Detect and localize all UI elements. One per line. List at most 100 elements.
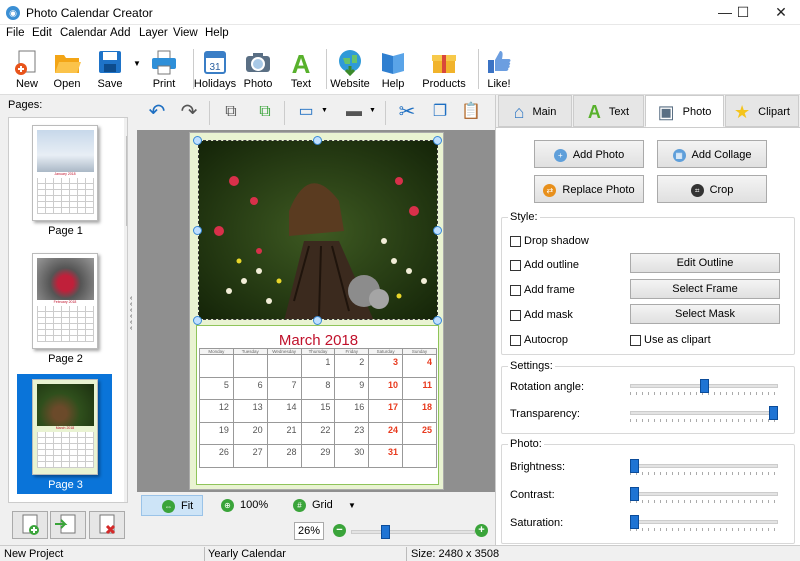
edit-outline-button[interactable]: Edit Outline: [630, 253, 780, 273]
drop-shadow-checkbox[interactable]: Drop shadow: [510, 234, 589, 248]
garden-photo[interactable]: [198, 140, 438, 320]
saturation-slider[interactable]: [630, 515, 778, 531]
crop-button[interactable]: ⌗ Crop: [657, 175, 767, 203]
close-button[interactable]: ✕: [764, 0, 798, 25]
pages-scrollbar[interactable]: ▲ ▼: [124, 118, 127, 502]
canvas-area[interactable]: March 2018 Monday Tuesday Wednesday Thursda…: [137, 130, 495, 492]
save-button[interactable]: Save: [83, 46, 137, 92]
page-thumbnail[interactable]: January 2018 Page 1: [17, 120, 112, 240]
add-outline-checkbox[interactable]: Add outline: [510, 258, 579, 272]
resize-handle[interactable]: [193, 136, 202, 145]
redo-icon[interactable]: ↷: [175, 98, 203, 126]
add-photo-icon: +: [553, 148, 567, 162]
zoom-percent-field[interactable]: 26%: [294, 522, 324, 540]
resize-handle[interactable]: [433, 136, 442, 145]
calendar-day-cell: 13: [232, 399, 268, 423]
grid-dropdown-arrow-icon[interactable]: ▼: [348, 501, 356, 510]
undo-icon[interactable]: ↶: [143, 98, 171, 126]
autocrop-checkbox[interactable]: Autocrop: [510, 333, 568, 347]
help-button[interactable]: Help: [366, 46, 420, 92]
zoom-slider-knob[interactable]: [380, 525, 390, 539]
tab-clipart[interactable]: ★ Clipart: [725, 95, 799, 127]
delete-page-button[interactable]: [89, 511, 125, 539]
calendar-day-cell: 15: [300, 399, 336, 423]
menu-layer[interactable]: Layer: [139, 27, 168, 39]
select-mask-button[interactable]: Select Mask: [630, 304, 780, 324]
resize-handle[interactable]: [193, 226, 202, 235]
align-dropdown-arrow-icon[interactable]: ▼: [321, 107, 328, 114]
slider-knob[interactable]: [630, 459, 639, 473]
calendar-week-row: 1234: [199, 354, 437, 378]
print-button[interactable]: Print: [137, 46, 191, 92]
send-backward-icon[interactable]: ⧉: [251, 98, 279, 126]
rotation-angle-slider[interactable]: [630, 379, 778, 395]
resize-handle[interactable]: [193, 316, 202, 325]
brightness-label: Brightness:: [510, 461, 566, 473]
zoom-bar: ⇔ Fit ⊕ 100% # Grid ▼ 26% − +: [137, 492, 495, 545]
slider-knob[interactable]: [630, 487, 639, 501]
like-button[interactable]: Like!: [472, 46, 526, 92]
properties-panel: ⌂ Main A Text ▣ Photo ★ Clipart + Add Photo ▦…: [495, 95, 800, 545]
products-button[interactable]: Products: [417, 46, 471, 92]
add-frame-checkbox[interactable]: Add frame: [510, 283, 575, 297]
canvas-toolbar: ↶ ↷ ⧉ ⧉ ▭ ▼ ▬ ▼ ✂ ❐ 📋: [137, 95, 495, 130]
tab-text[interactable]: A Text: [573, 95, 644, 127]
calendar-week-row: 5 6 7 8 9 10 11: [199, 376, 437, 400]
tab-photo[interactable]: ▣ Photo: [645, 95, 724, 127]
zoom-out-icon[interactable]: −: [333, 524, 346, 537]
menu-add[interactable]: Add: [110, 27, 130, 39]
fit-button[interactable]: ⇔ Fit: [141, 495, 203, 516]
resize-handle[interactable]: [433, 226, 442, 235]
add-collage-button[interactable]: ▦ Add Collage: [657, 140, 767, 168]
grid-button[interactable]: # Grid: [293, 495, 333, 516]
menu-help[interactable]: Help: [205, 27, 229, 39]
text-button[interactable]: A Text: [274, 46, 328, 92]
menu-calendar[interactable]: Calendar: [60, 27, 107, 39]
page-thumbnail-selected[interactable]: March 2018 Page 3: [17, 374, 112, 494]
copy-icon[interactable]: ❐: [426, 98, 454, 126]
page-month-label: March 2018: [55, 426, 75, 430]
align-icon[interactable]: ▭: [292, 98, 320, 126]
transparency-slider[interactable]: [630, 406, 778, 422]
contrast-slider[interactable]: [630, 487, 778, 503]
slider-knob[interactable]: [769, 406, 778, 420]
slider-knob[interactable]: [699, 379, 709, 393]
resize-handle[interactable]: [433, 316, 442, 325]
add-mask-checkbox[interactable]: Add mask: [510, 308, 573, 322]
menu-file[interactable]: File: [6, 27, 25, 39]
month-calendar[interactable]: March 2018 Monday Tuesday Wednesday Thursda…: [196, 325, 439, 485]
tab-main[interactable]: ⌂ Main: [498, 95, 572, 127]
distribute-icon[interactable]: ▬: [340, 98, 368, 126]
cut-icon[interactable]: ✂: [393, 98, 421, 126]
zoom-100-icon: ⊕: [221, 498, 234, 512]
duplicate-page-button[interactable]: [50, 511, 86, 539]
paste-icon[interactable]: 📋: [457, 98, 485, 126]
main-toolbar: New Open Save ▼ Print 31 Holidays Photo …: [0, 43, 800, 95]
resize-handle[interactable]: [313, 316, 322, 325]
calendar-page[interactable]: March 2018 Monday Tuesday Wednesday Thursda…: [189, 132, 444, 490]
bring-forward-icon[interactable]: ⧉: [217, 98, 245, 126]
menu-edit[interactable]: Edit: [32, 27, 52, 39]
add-page-button[interactable]: [12, 511, 48, 539]
scrollbar-thumb[interactable]: [126, 136, 127, 226]
slider-knob[interactable]: [630, 515, 639, 529]
zoom-100-button[interactable]: ⊕ 100%: [221, 495, 268, 516]
scroll-down-arrow-icon[interactable]: ▼: [126, 493, 127, 500]
add-photo-button[interactable]: + Add Photo: [534, 140, 644, 168]
maximize-button[interactable]: ☐: [726, 0, 760, 25]
star-icon: ★: [734, 102, 751, 123]
select-frame-button[interactable]: Select Frame: [630, 279, 780, 299]
zoom-in-icon[interactable]: +: [475, 524, 488, 537]
scroll-up-arrow-icon[interactable]: ▲: [126, 120, 127, 127]
page-thumbnail[interactable]: February 2018 Page 2: [17, 248, 112, 368]
use-as-clipart-checkbox[interactable]: Use as clipart: [630, 333, 711, 347]
menu-view[interactable]: View: [173, 27, 198, 39]
replace-photo-button[interactable]: ⇄ Replace Photo: [534, 175, 644, 203]
resize-handle[interactable]: [313, 136, 322, 145]
pages-list: January 2018 Page 1 February 2018 Page 2…: [8, 117, 128, 503]
photo-tab-content: + Add Photo ▦ Add Collage ⇄ Replace Photo ⌗…: [496, 127, 800, 545]
zoom-slider[interactable]: [351, 525, 475, 539]
distribute-dropdown-arrow-icon[interactable]: ▼: [369, 107, 376, 114]
panel-splitter-grip[interactable]: ‹ ‹ ‹ ‹ ‹ ‹: [130, 295, 138, 332]
brightness-slider[interactable]: [630, 459, 778, 475]
